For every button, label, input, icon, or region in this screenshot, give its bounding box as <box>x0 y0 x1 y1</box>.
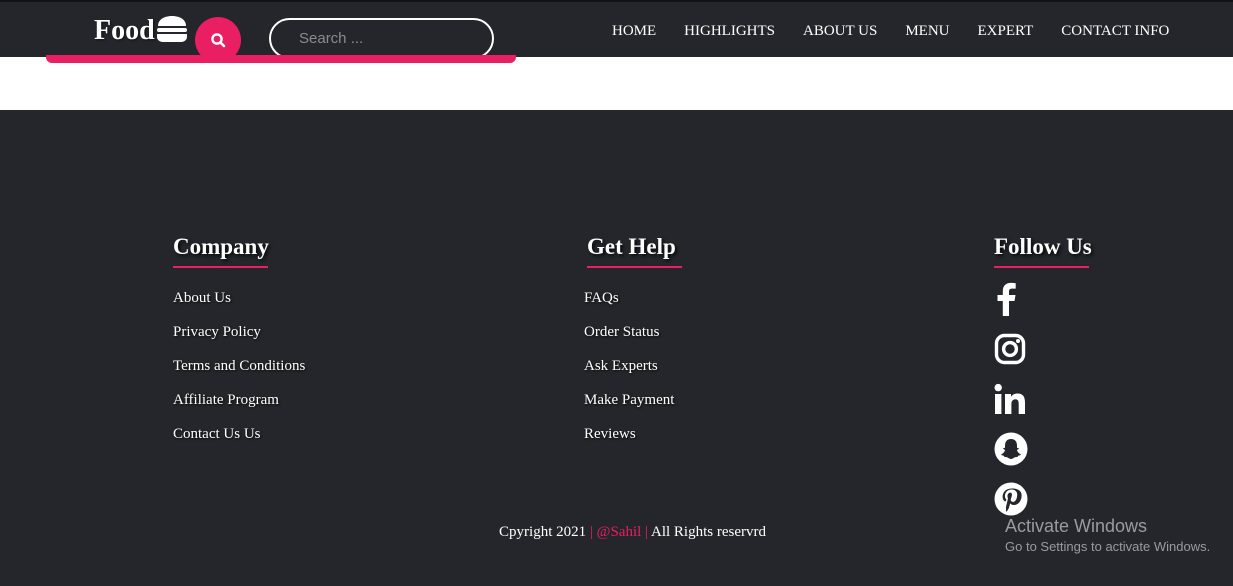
link-faqs[interactable]: FAQs <box>584 290 676 324</box>
copyright-sep1: | <box>586 524 597 540</box>
nav-home[interactable]: HOME <box>612 23 656 40</box>
search-placeholder: Search ... <box>299 30 364 47</box>
link-reviews[interactable]: Reviews <box>584 426 676 460</box>
link-terms[interactable]: Terms and Conditions <box>173 358 305 392</box>
link-order-status[interactable]: Order Status <box>584 324 676 358</box>
logo[interactable]: Food <box>94 15 188 47</box>
copyright-sep2: | <box>641 524 651 540</box>
footer-follow: Follow Us <box>994 234 1092 532</box>
footer-help: Get Help FAQs Order Status Ask Experts M… <box>584 234 682 460</box>
link-about-us[interactable]: About Us <box>173 290 305 324</box>
burger-icon <box>156 16 187 42</box>
link-contact-us[interactable]: Contact Us Us <box>173 426 305 460</box>
help-links: FAQs Order Status Ask Experts Make Payme… <box>584 290 676 460</box>
linkedin-icon[interactable] <box>994 382 1028 416</box>
instagram-icon[interactable] <box>994 332 1028 366</box>
link-make-payment[interactable]: Make Payment <box>584 392 676 426</box>
main-nav: HOME HIGHLIGHTS ABOUT US MENU EXPERT CON… <box>612 23 1197 40</box>
activate-windows-watermark: Activate Windows Go to Settings to activ… <box>1005 516 1210 554</box>
copyright-suffix: All Rights reservrd <box>650 524 766 540</box>
watermark-subtitle: Go to Settings to activate Windows. <box>1005 539 1211 554</box>
snapchat-icon[interactable] <box>994 432 1028 466</box>
link-affiliate[interactable]: Affiliate Program <box>173 392 305 426</box>
watermark-title: Activate Windows <box>1005 516 1148 536</box>
copyright-prefix: Cpyright 2021 <box>499 524 587 540</box>
nav-highlights[interactable]: HIGHLIGHTS <box>684 23 775 40</box>
nav-expert[interactable]: EXPERT <box>978 23 1034 40</box>
nav-contact-info[interactable]: CONTACT INFO <box>1061 23 1169 40</box>
company-links: About Us Privacy Policy Terms and Condit… <box>173 290 305 460</box>
link-privacy-policy[interactable]: Privacy Policy <box>173 324 305 358</box>
accent-bar <box>46 55 516 63</box>
search-input[interactable]: Search ... <box>269 18 494 59</box>
search-button[interactable] <box>195 17 241 63</box>
pinterest-icon[interactable] <box>994 482 1028 516</box>
company-heading: Company <box>173 234 269 268</box>
footer: Company About Us Privacy Policy Terms an… <box>0 110 1233 586</box>
nav-about-us[interactable]: ABOUT US <box>803 23 877 40</box>
help-heading: Get Help <box>587 234 682 268</box>
facebook-icon[interactable] <box>994 282 1028 316</box>
nav-menu[interactable]: MENU <box>905 23 949 40</box>
link-ask-experts[interactable]: Ask Experts <box>584 358 676 392</box>
social-icons <box>994 282 1092 516</box>
follow-heading: Follow Us <box>994 234 1092 268</box>
search-icon <box>211 33 226 48</box>
footer-company: Company About Us Privacy Policy Terms an… <box>173 234 305 460</box>
logo-text: Food <box>94 15 155 46</box>
navbar: Food Search ... HOME HIGHLIGHTS ABOUT US… <box>0 0 1233 59</box>
content-band <box>0 57 1233 110</box>
copyright-handle[interactable]: @Sahil <box>597 524 642 540</box>
